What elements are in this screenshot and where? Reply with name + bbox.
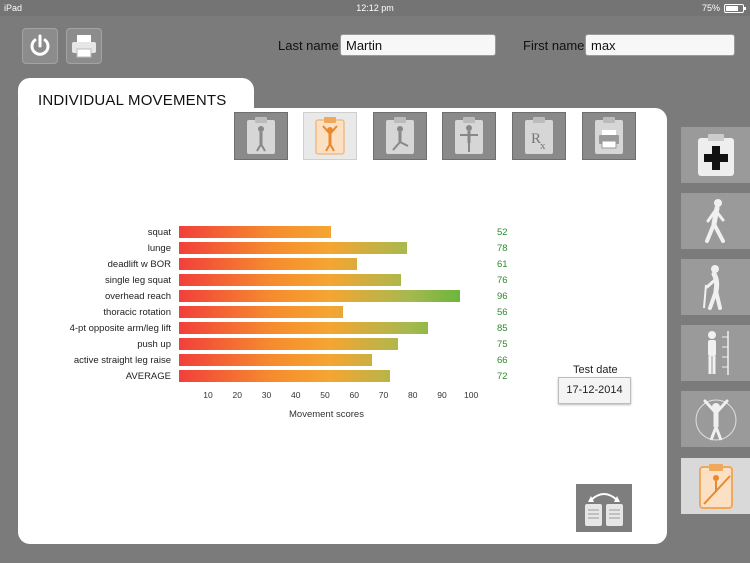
score-bar <box>179 242 408 254</box>
bar-label: AVERAGE <box>125 371 171 382</box>
x-tick-label: 40 <box>291 390 301 400</box>
category-button-single-leg[interactable] <box>442 112 496 160</box>
last-name-label: Last name <box>278 38 339 53</box>
bar-score-label: 56 <box>497 307 508 318</box>
bar-label: single leg squat <box>104 275 171 286</box>
bar-score-label: 75 <box>497 339 508 350</box>
power-icon <box>30 34 50 56</box>
bar-score-label: 52 <box>497 227 508 238</box>
battery-icon <box>724 4 746 13</box>
category-button-rx[interactable]: R x <box>512 112 566 160</box>
bar-score-label: 66 <box>497 355 508 366</box>
bar-score-label: 78 <box>497 243 508 254</box>
status-bar: iPad 12:12 pm 75% <box>0 0 750 16</box>
x-tick-label: 30 <box>261 390 272 400</box>
clipboard-active-icon <box>698 464 733 509</box>
bar-label: push up <box>137 339 171 350</box>
bar-score-label: 61 <box>497 259 508 270</box>
bar-score-label: 76 <box>497 275 508 286</box>
x-tick-label: 90 <box>437 390 447 400</box>
bar-score-label: 96 <box>497 291 508 302</box>
test-date-label: Test date <box>573 364 618 376</box>
test-date-picker[interactable]: 17-12-2014 <box>558 377 631 404</box>
x-tick-label: 50 <box>320 390 330 400</box>
first-name-label: First name <box>523 38 585 53</box>
score-bar <box>179 322 428 334</box>
score-bar <box>179 274 402 286</box>
x-axis-title: Movement scores <box>289 409 364 420</box>
score-bar <box>179 290 460 302</box>
sidebar-item-elderly[interactable] <box>681 259 750 315</box>
bar-label: overhead reach <box>104 291 171 302</box>
bar-score-label: 85 <box>497 323 508 334</box>
sidebar-item-posture[interactable] <box>681 325 750 381</box>
clipboard-lunge-icon <box>386 117 414 154</box>
medical-kit-icon <box>697 134 734 176</box>
sidebar-item-overhead[interactable] <box>681 391 750 447</box>
x-tick-label: 70 <box>378 390 389 400</box>
score-bar <box>179 306 343 318</box>
bar-score-label: 72 <box>497 371 508 382</box>
elderly-cane-icon <box>702 265 722 310</box>
x-tick-label: 60 <box>349 390 359 400</box>
category-button-overhead-reach[interactable] <box>303 112 357 160</box>
score-bar <box>179 338 399 350</box>
posture-measure-icon <box>707 331 729 375</box>
battery-percent: 75% <box>701 3 720 13</box>
last-name-input[interactable] <box>340 34 496 56</box>
sidebar-item-walking[interactable] <box>681 193 750 249</box>
score-bar <box>179 226 332 238</box>
overhead-figure-icon <box>695 399 736 441</box>
clipboard-single-leg-icon <box>455 117 483 154</box>
sidebar-item-medical[interactable] <box>681 127 750 183</box>
clipboard-printer-icon <box>595 117 623 154</box>
power-button[interactable] <box>22 28 58 64</box>
bar-label: deadlift w BOR <box>107 259 171 270</box>
score-bar <box>179 370 390 382</box>
page-title: INDIVIDUAL MOVEMENTS <box>38 92 227 109</box>
category-button-lunge[interactable] <box>373 112 427 160</box>
clock: 12:12 pm <box>356 3 394 13</box>
walking-person-icon <box>704 199 725 243</box>
bar-label: lunge <box>147 243 171 254</box>
swap-clipboards-icon <box>585 493 623 526</box>
x-tick-label: 20 <box>232 390 242 400</box>
bar-label: thoracic rotation <box>103 307 171 318</box>
clipboard-overhead-reach-icon <box>315 117 345 155</box>
category-button-figure[interactable] <box>234 112 288 160</box>
x-tick-label: 10 <box>203 390 213 400</box>
print-button[interactable] <box>66 28 102 64</box>
svg-text:x: x <box>540 140 546 152</box>
bar-label: active straight leg raise <box>73 355 171 366</box>
score-bar <box>179 354 373 366</box>
score-bar <box>179 258 358 270</box>
sidebar-item-clipboard[interactable] <box>681 458 750 514</box>
category-button-print-report[interactable] <box>582 112 636 160</box>
x-tick-label: 100 <box>464 390 479 400</box>
clipboard-figure-icon <box>247 117 275 154</box>
bar-label: 4-pt opposite arm/leg lift <box>69 323 171 334</box>
compare-tests-button[interactable] <box>576 484 632 532</box>
bar-label: squat <box>147 227 171 238</box>
clipboard-rx-icon: R x <box>525 117 553 154</box>
first-name-input[interactable] <box>585 34 735 56</box>
x-tick-label: 80 <box>408 390 418 400</box>
printer-icon <box>72 35 96 58</box>
